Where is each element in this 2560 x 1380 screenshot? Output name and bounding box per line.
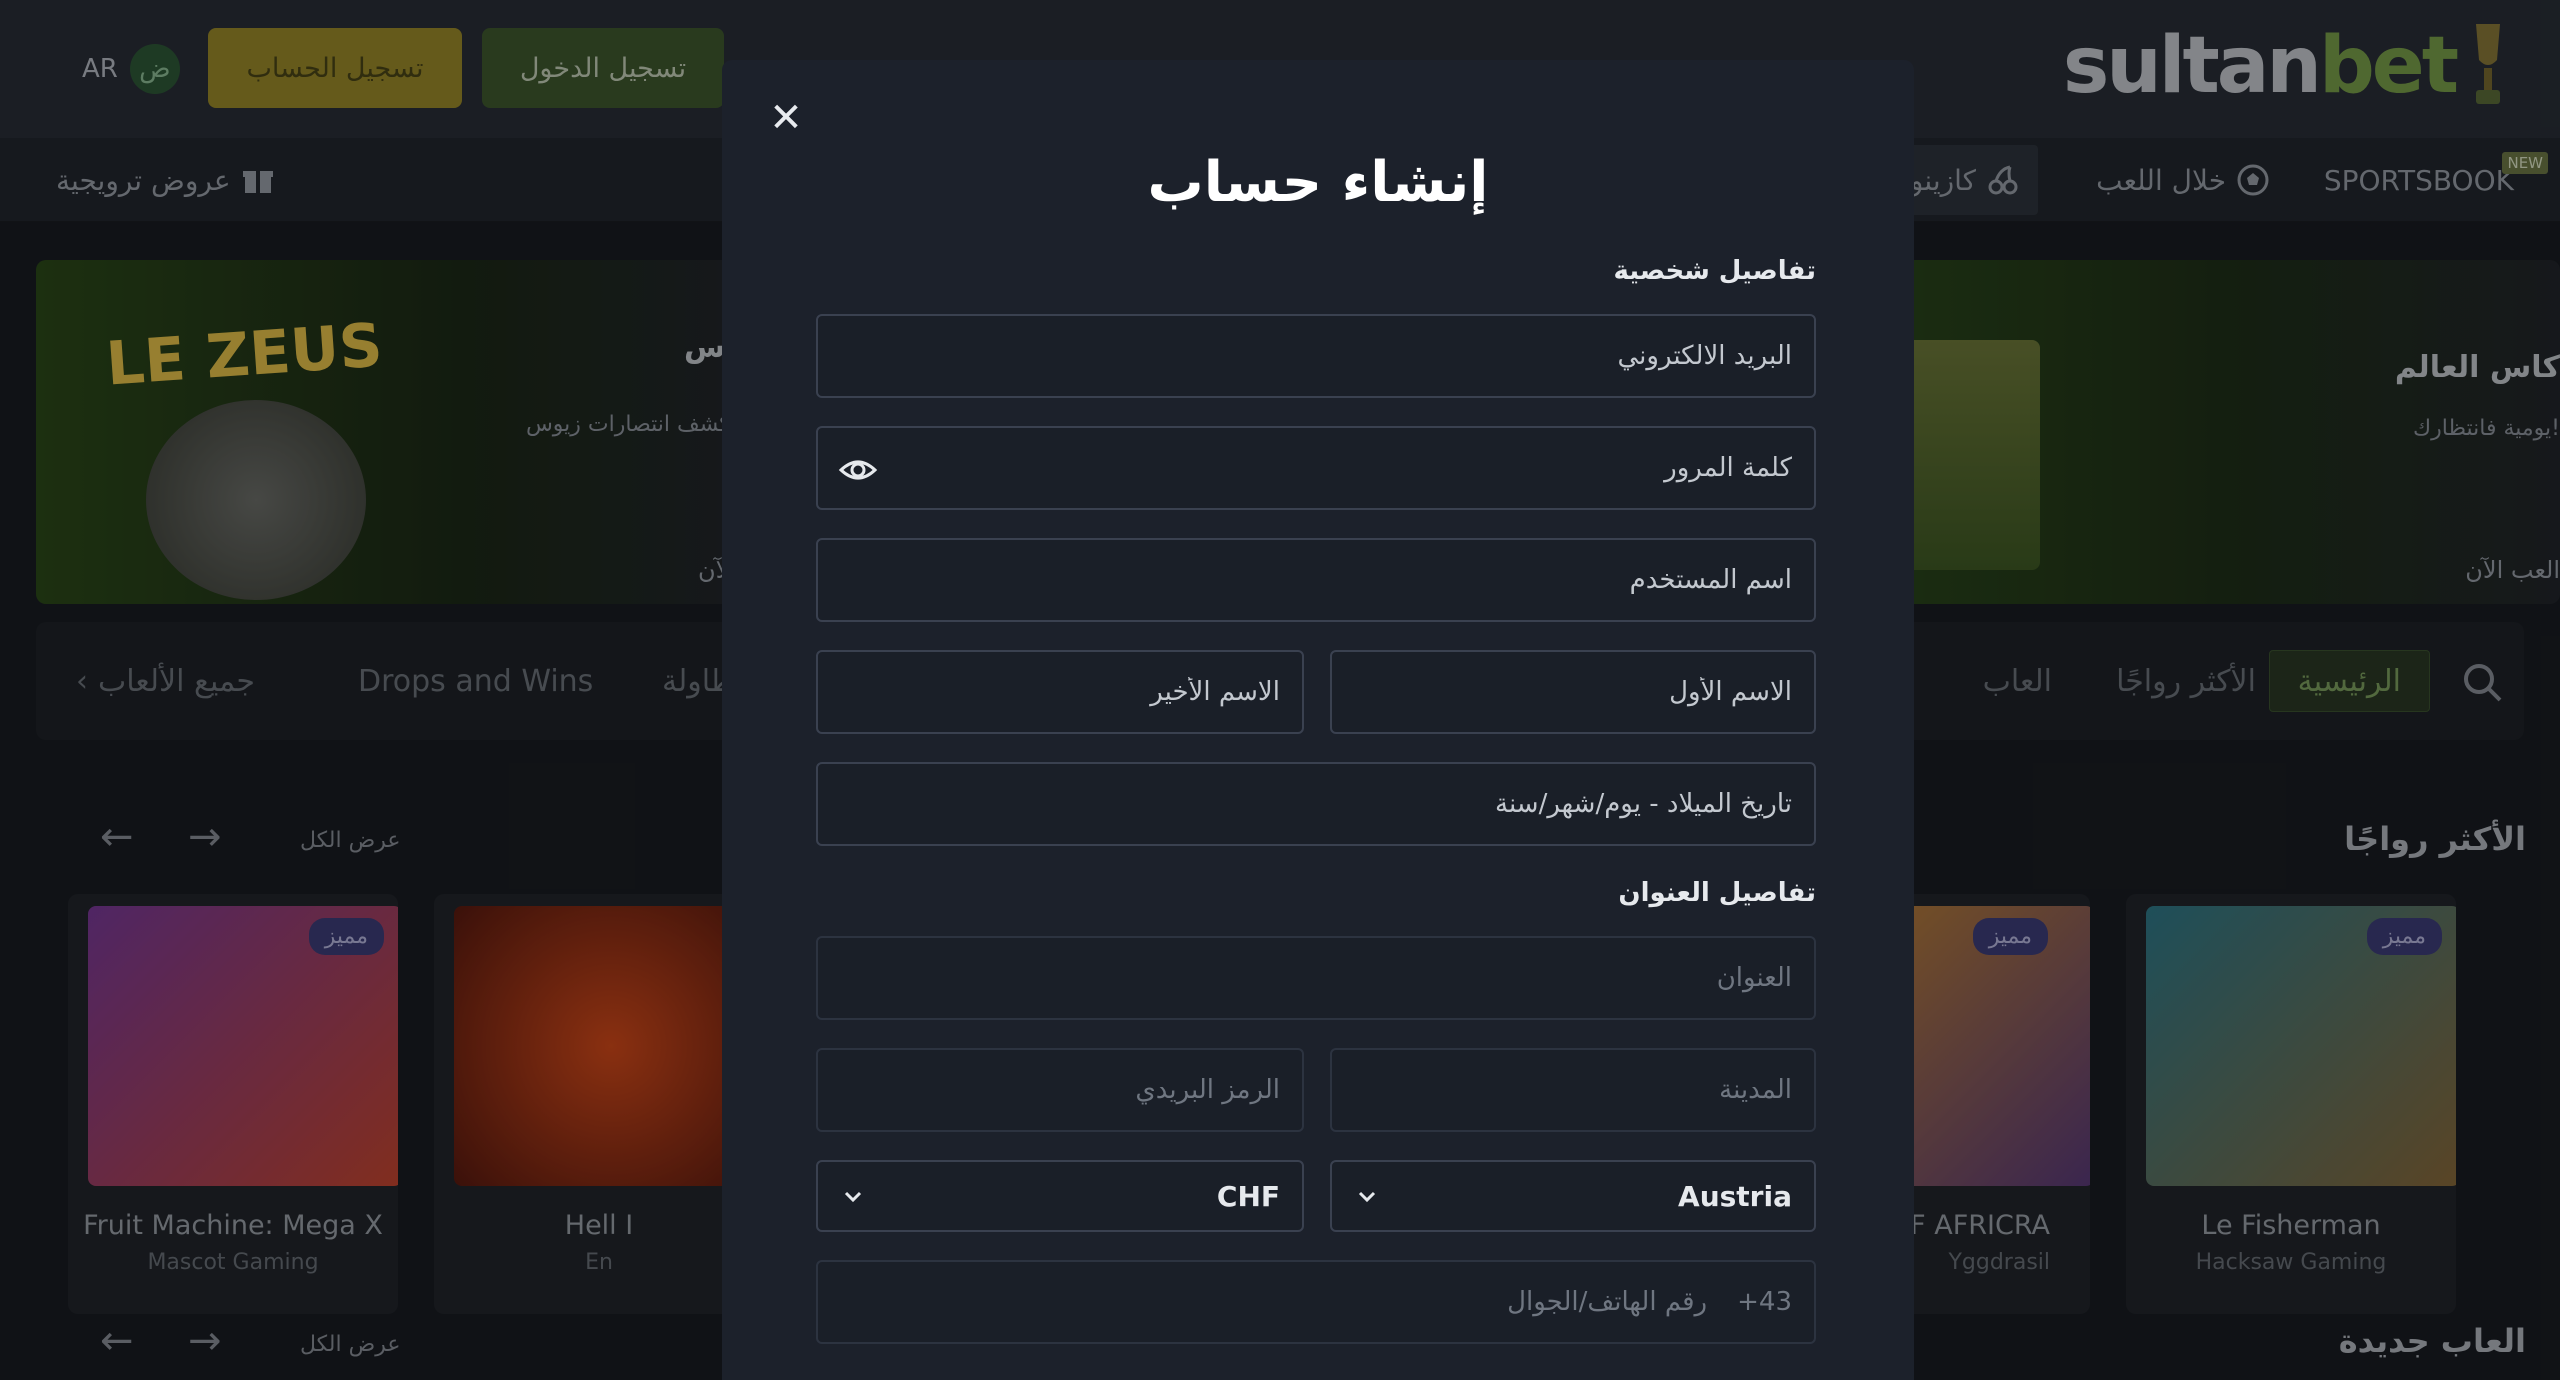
create-account-modal: ✕ إنشاء حساب تفاصيل شخصية تفاصيل العنوان… (722, 60, 1914, 1380)
date-of-birth-input[interactable] (840, 764, 1792, 844)
phone-country-code: +43 (1737, 1287, 1792, 1317)
last-name-input[interactable] (840, 652, 1280, 732)
first-name-field[interactable] (1330, 650, 1816, 734)
chevron-down-icon (844, 1191, 862, 1203)
close-icon[interactable]: ✕ (758, 90, 814, 146)
address-details-heading: تفاصيل العنوان (1618, 878, 1816, 908)
eye-icon[interactable] (838, 450, 878, 490)
modal-title: إنشاء حساب (1147, 150, 1489, 215)
address-input[interactable] (840, 938, 1792, 1018)
currency-select[interactable]: CHF (816, 1160, 1304, 1232)
password-input[interactable] (840, 428, 1792, 508)
personal-details-heading: تفاصيل شخصية (1613, 256, 1816, 286)
country-select[interactable]: Austria (1330, 1160, 1816, 1232)
postcode-input[interactable] (840, 1050, 1280, 1130)
phone-input[interactable] (840, 1262, 1708, 1342)
chevron-down-icon (1358, 1191, 1376, 1203)
postcode-field[interactable] (816, 1048, 1304, 1132)
country-value: Austria (1678, 1179, 1792, 1213)
email-field[interactable] (816, 314, 1816, 398)
date-of-birth-field[interactable] (816, 762, 1816, 846)
currency-value: CHF (1216, 1179, 1280, 1213)
password-field[interactable] (816, 426, 1816, 510)
address-field[interactable] (816, 936, 1816, 1020)
email-input[interactable] (840, 316, 1792, 396)
phone-field[interactable]: +43 (816, 1260, 1816, 1344)
first-name-input[interactable] (1354, 652, 1792, 732)
last-name-field[interactable] (816, 650, 1304, 734)
city-input[interactable] (1354, 1050, 1792, 1130)
username-field[interactable] (816, 538, 1816, 622)
username-input[interactable] (840, 540, 1792, 620)
city-field[interactable] (1330, 1048, 1816, 1132)
